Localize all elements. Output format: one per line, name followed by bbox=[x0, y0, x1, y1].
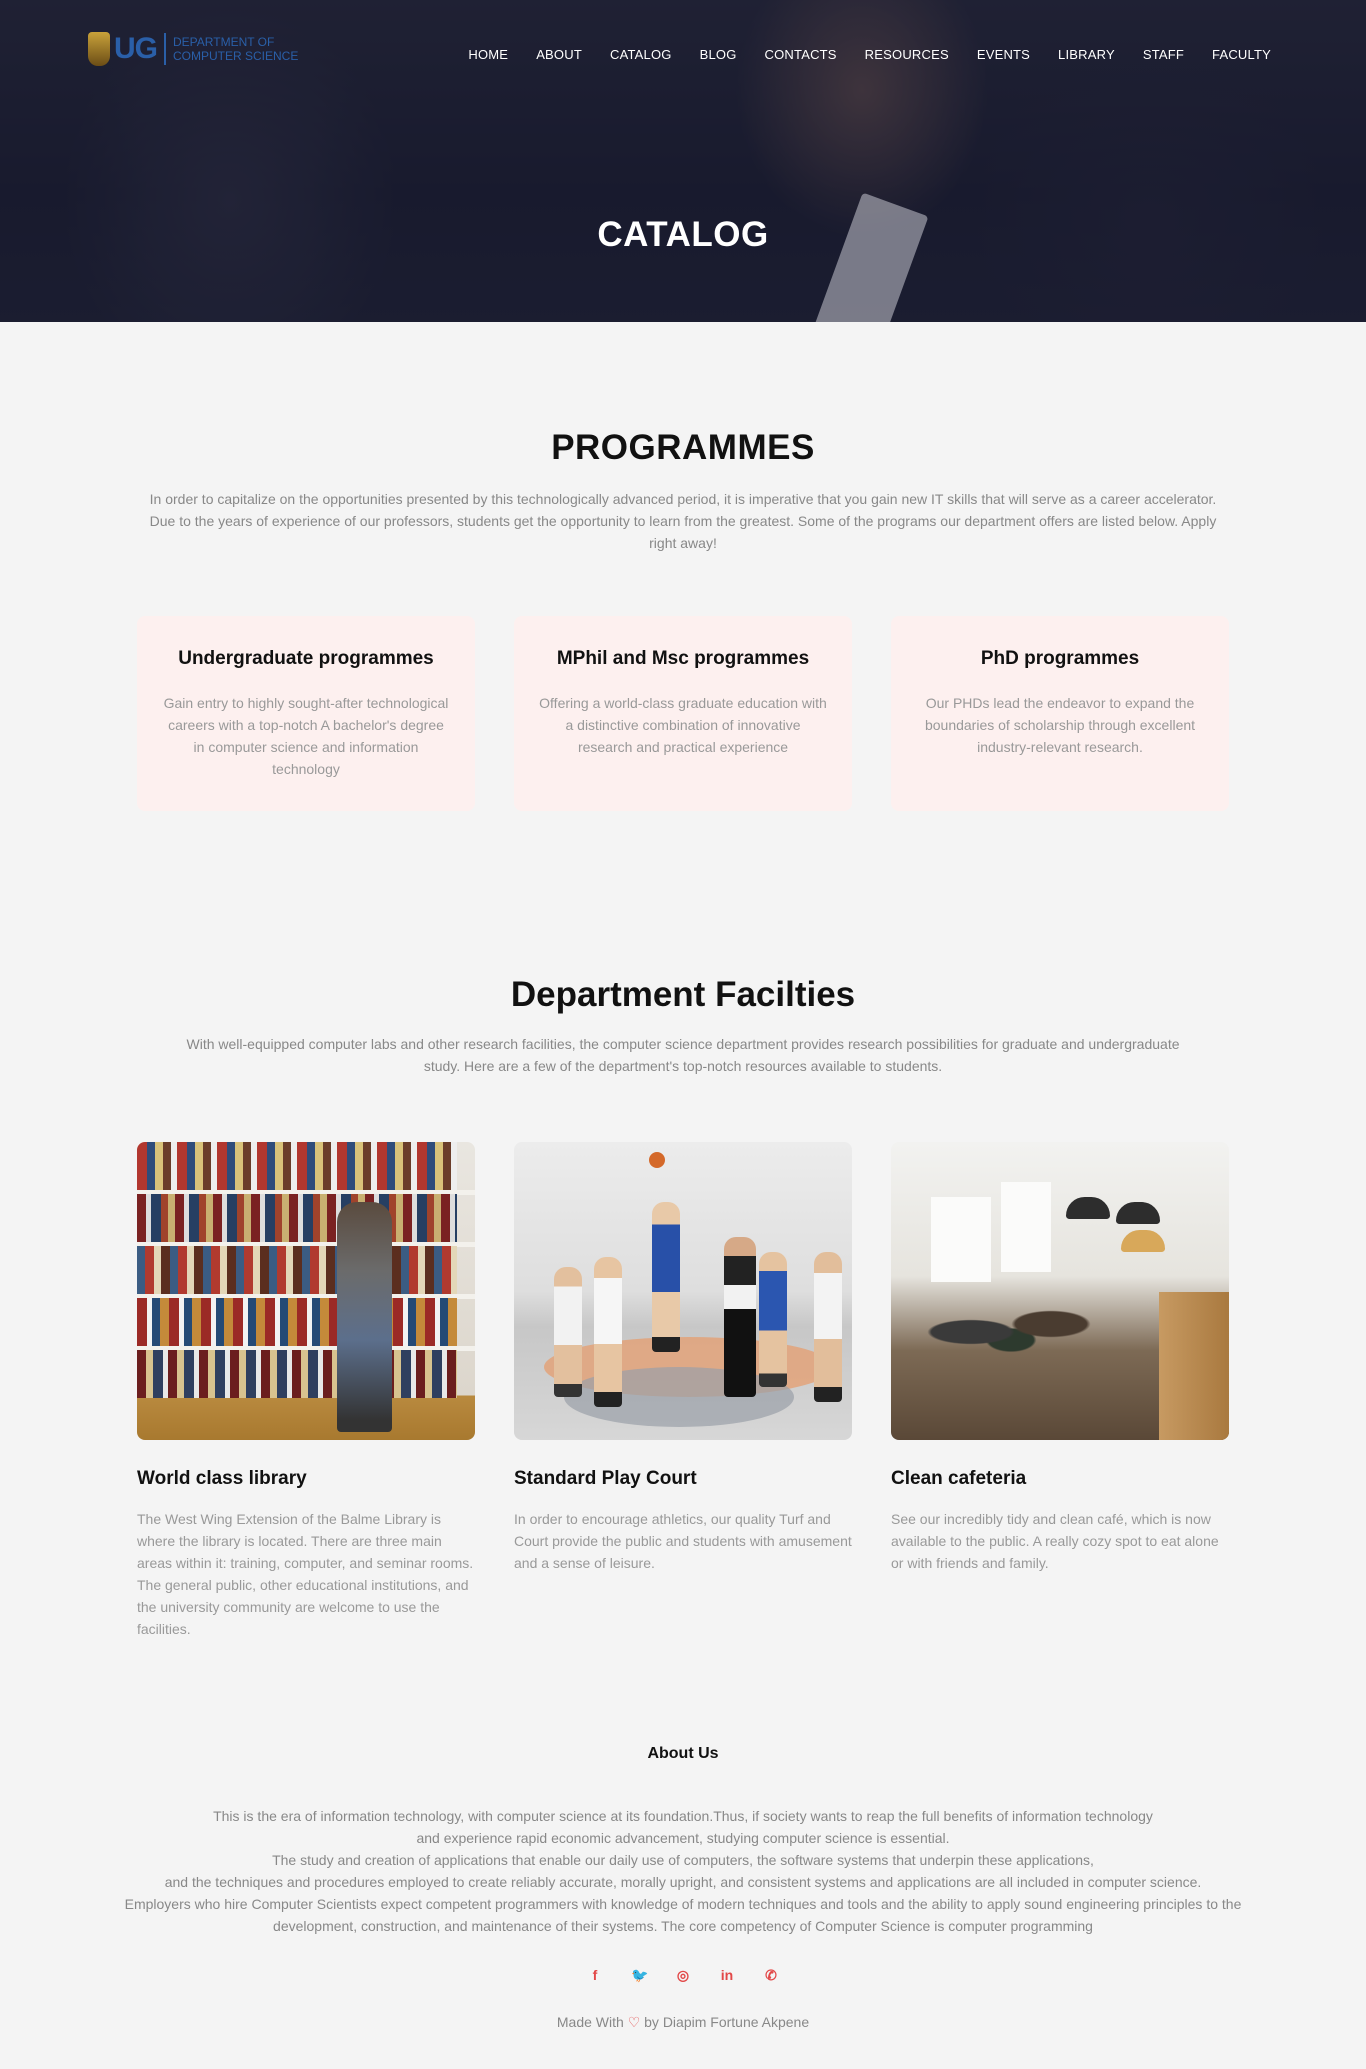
facility-card-cafeteria: Clean cafeteria See our incredibly tidy … bbox=[891, 1142, 1229, 1640]
footer-about-line: This is the era of information technolog… bbox=[213, 1808, 1153, 1824]
cafeteria-photo bbox=[891, 1142, 1229, 1440]
facilities-section: Department Facilties With well-equipped … bbox=[0, 975, 1366, 1637]
whatsapp-icon[interactable]: ✆ bbox=[763, 1967, 779, 1984]
facility-card-title: Standard Play Court bbox=[514, 1468, 697, 1489]
instagram-icon[interactable]: ◎ bbox=[675, 1967, 691, 1984]
facility-card-title: Clean cafeteria bbox=[891, 1468, 1027, 1489]
reader-figure bbox=[337, 1202, 392, 1432]
nav-home[interactable]: HOME bbox=[468, 47, 508, 62]
logo-text: DEPARTMENT OF COMPUTER SCIENCE bbox=[173, 35, 298, 63]
programme-card-text: Offering a world-class graduate educatio… bbox=[539, 695, 827, 755]
nav-staff[interactable]: STAFF bbox=[1143, 47, 1184, 62]
nav-contacts[interactable]: CONTACTS bbox=[765, 47, 837, 62]
programmes-section: PROGRAMMES In order to capitalize on the… bbox=[0, 428, 1366, 811]
logo-text-line1: DEPARTMENT OF bbox=[173, 35, 275, 49]
facility-card-text: See our incredibly tidy and clean café, … bbox=[891, 1511, 1219, 1571]
logo-divider bbox=[164, 33, 166, 65]
footer-about-text: This is the era of information technolog… bbox=[0, 1805, 1366, 1937]
programme-card-mphil-msc[interactable]: MPhil and Msc programmes Offering a worl… bbox=[514, 616, 852, 811]
programme-card-undergraduate[interactable]: Undergraduate programmes Gain entry to h… bbox=[137, 616, 475, 811]
programmes-intro: In order to capitalize on the opportunit… bbox=[149, 491, 1217, 551]
programme-cards: Undergraduate programmes Gain entry to h… bbox=[137, 616, 1229, 811]
nav-about[interactable]: ABOUT bbox=[536, 47, 582, 62]
made-with-credit: Made With ♡ by Diapim Fortune Akpene bbox=[0, 2014, 1366, 2031]
nav-blog[interactable]: BLOG bbox=[700, 47, 737, 62]
twitter-icon[interactable]: 🐦 bbox=[631, 1967, 648, 1984]
facility-card-library: World class library The West Wing Extens… bbox=[137, 1142, 475, 1640]
facilities-title: Department Facilties bbox=[510, 975, 856, 1014]
nav-resources[interactable]: RESOURCES bbox=[865, 47, 949, 62]
university-crest-icon bbox=[88, 32, 110, 66]
programmes-title: PROGRAMMES bbox=[551, 428, 815, 467]
basketball bbox=[649, 1152, 665, 1168]
programme-card-title: PhD programmes bbox=[980, 648, 1140, 669]
cafe-counter bbox=[1159, 1292, 1229, 1440]
facebook-icon[interactable]: f bbox=[587, 1967, 603, 1984]
footer-about-line: and the techniques and procedures employ… bbox=[164, 1874, 1202, 1890]
hero-banner: UG DEPARTMENT OF COMPUTER SCIENCE HOME A… bbox=[0, 0, 1366, 322]
library-photo bbox=[137, 1142, 475, 1440]
nav-library[interactable]: LIBRARY bbox=[1058, 47, 1115, 62]
facility-cards: World class library The West Wing Extens… bbox=[137, 1142, 1229, 1640]
facilities-intro: With well-equipped computer labs and oth… bbox=[186, 1036, 1180, 1074]
footer-about-line: development, construction, and maintenan… bbox=[273, 1918, 1093, 1934]
cafe-patrons bbox=[911, 1292, 1111, 1372]
main-nav: HOME ABOUT CATALOG BLOG CONTACTS RESOURC… bbox=[468, 47, 1271, 62]
linkedin-icon[interactable]: in bbox=[719, 1967, 735, 1984]
facility-card-play-court: Standard Play Court In order to encourag… bbox=[514, 1142, 852, 1640]
facility-card-text: In order to encourage athletics, our qua… bbox=[514, 1511, 852, 1571]
programme-card-title: MPhil and Msc programmes bbox=[556, 648, 810, 669]
site-logo[interactable]: UG DEPARTMENT OF COMPUTER SCIENCE bbox=[88, 32, 298, 66]
logo-text-line2: COMPUTER SCIENCE bbox=[173, 49, 299, 63]
court-photo bbox=[514, 1142, 852, 1440]
nav-catalog[interactable]: CATALOG bbox=[610, 47, 672, 62]
logo-abbr: UG bbox=[114, 32, 158, 65]
social-links: f 🐦 ◎ in ✆ bbox=[0, 1967, 1366, 1984]
nav-events[interactable]: EVENTS bbox=[977, 47, 1030, 62]
programme-card-text: Gain entry to highly sought-after techno… bbox=[163, 695, 449, 777]
made-with-prefix: Made With bbox=[556, 2014, 624, 2030]
footer: About Us This is the era of information … bbox=[0, 1745, 1366, 2031]
programme-card-phd[interactable]: PhD programmes Our PHDs lead the endeavo… bbox=[891, 616, 1229, 811]
facility-card-title: World class library bbox=[137, 1468, 307, 1489]
page-title: CATALOG bbox=[597, 215, 769, 254]
programme-card-title: Undergraduate programmes bbox=[178, 648, 434, 669]
footer-about-line: The study and creation of applications t… bbox=[272, 1852, 1094, 1868]
footer-title: About Us bbox=[647, 1745, 719, 1762]
footer-about-line: Employers who hire Computer Scientists e… bbox=[124, 1896, 1242, 1912]
made-with-author: by Diapim Fortune Akpene bbox=[644, 2014, 810, 2030]
nav-faculty[interactable]: FACULTY bbox=[1212, 47, 1271, 62]
programme-card-text: Our PHDs lead the endeavor to expand the… bbox=[924, 695, 1196, 755]
facility-card-text: The West Wing Extension of the Balme Lib… bbox=[137, 1511, 474, 1637]
footer-about-line: and experience rapid economic advancemen… bbox=[416, 1830, 950, 1846]
heart-icon: ♡ bbox=[627, 2014, 641, 2030]
